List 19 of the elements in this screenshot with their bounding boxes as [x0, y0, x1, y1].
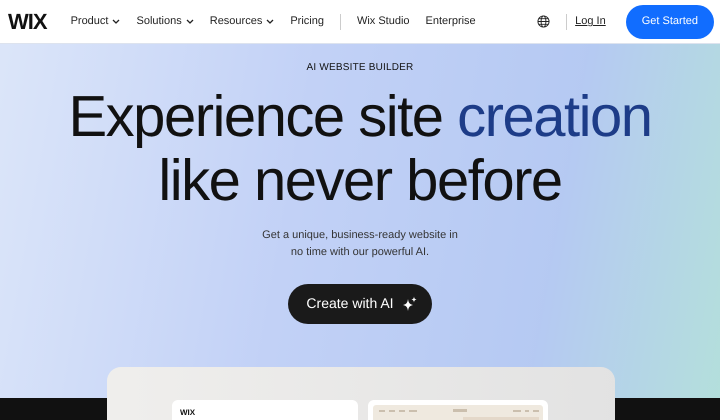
preview-logo: WIX: [180, 408, 196, 417]
sparkle-icon: [402, 296, 418, 312]
nav-menu-item[interactable]: Resources: [210, 13, 274, 30]
chevron-down-icon: [112, 19, 120, 24]
login-link[interactable]: Log In: [575, 13, 606, 30]
chevron-down-icon: [186, 19, 194, 24]
nav-link[interactable]: Wix Studio: [356, 13, 410, 30]
nav-menu-item[interactable]: Product: [70, 13, 120, 30]
nav-menu-item[interactable]: Pricing: [290, 13, 324, 30]
hero-headline: Experience site creation like never before: [68, 85, 652, 213]
nav-link[interactable]: Enterprise: [426, 13, 476, 30]
get-started-button[interactable]: Get Started: [626, 4, 714, 38]
nav-menu-item[interactable]: Solutions: [136, 13, 194, 30]
hero-eyebrow: AI WEBSITE BUILDER: [306, 61, 414, 75]
chevron-down-icon: [266, 19, 274, 24]
globe-icon[interactable]: [537, 15, 550, 28]
hero-subtitle: Get a unique, business-ready website in no time with our powerful AI.: [261, 228, 459, 260]
create-with-ai-button[interactable]: Create with AI: [288, 284, 432, 324]
wix-logo[interactable]: WIX: [8, 5, 47, 38]
